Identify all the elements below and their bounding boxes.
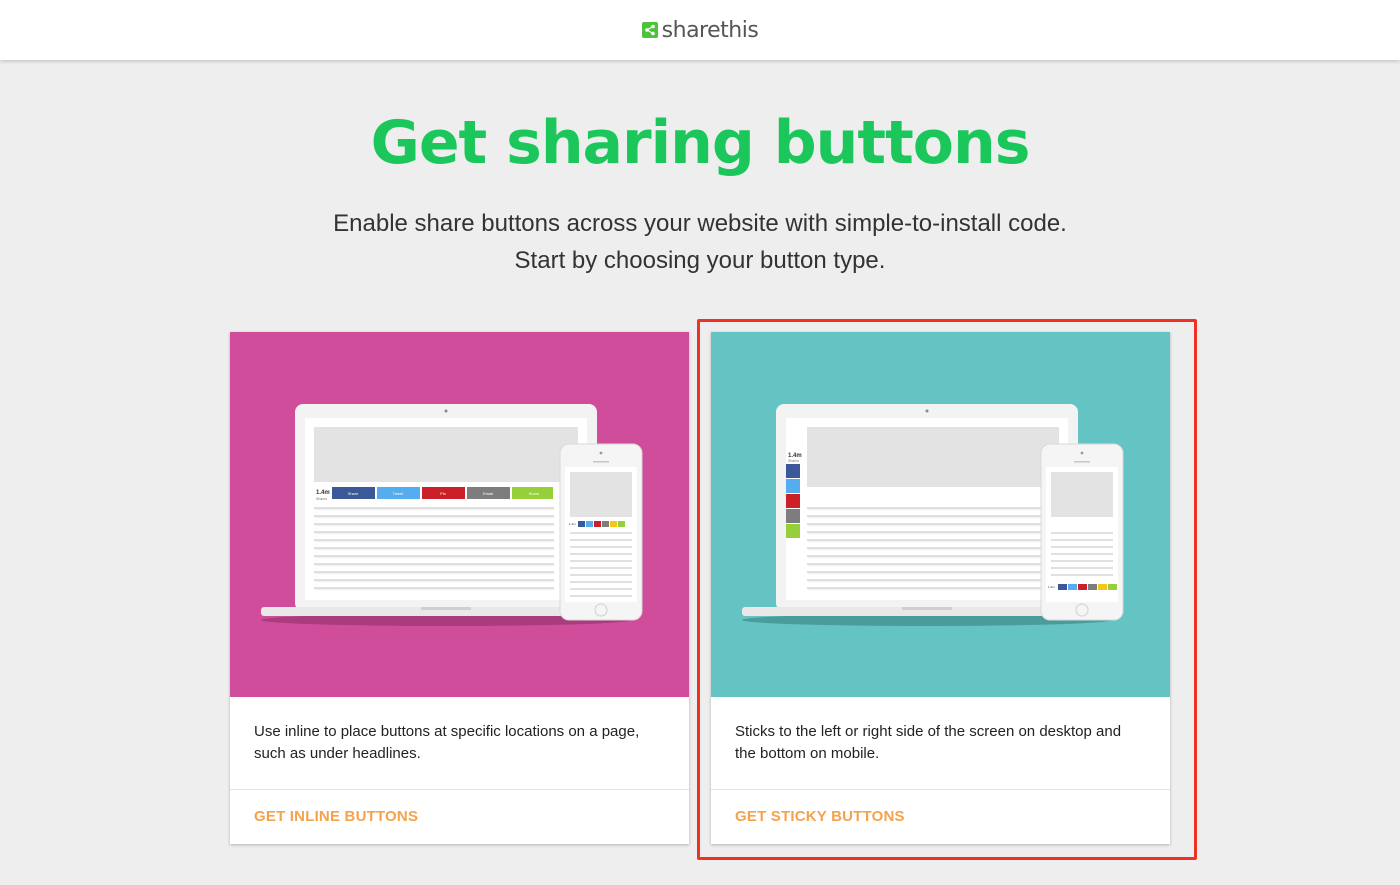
inline-buttons-card[interactable]: 1.4m Shares Share Tweet Pin Email Share bbox=[230, 332, 689, 844]
share-count: 1.4m bbox=[316, 490, 330, 496]
logo-text: sharethis bbox=[661, 17, 759, 43]
top-bar: sharethis bbox=[0, 0, 1400, 60]
share-count-label: Shares bbox=[316, 497, 327, 501]
pinterest-share-label: Pin bbox=[440, 491, 446, 496]
get-inline-buttons-link[interactable]: GET INLINE BUTTONS bbox=[254, 808, 418, 825]
twitter-share-label: Tweet bbox=[393, 491, 405, 496]
selection-highlight bbox=[697, 319, 1197, 860]
sharethis-share-label: Share bbox=[529, 491, 540, 496]
inline-buttons-description: Use inline to place buttons at specific … bbox=[254, 723, 640, 762]
sharethis-logo[interactable]: sharethis bbox=[641, 17, 759, 43]
facebook-share-label: Share bbox=[348, 491, 359, 496]
share-icon bbox=[641, 22, 658, 38]
card-divider bbox=[230, 789, 689, 790]
page-title: Get sharing buttons bbox=[370, 108, 1031, 178]
inline-buttons-illustration: 1.4m Shares Share Tweet Pin Email Share bbox=[230, 332, 689, 697]
page-subtitle-line-2: Start by choosing your button type. bbox=[514, 247, 886, 274]
page-subtitle-line-1: Enable share buttons across your website… bbox=[333, 210, 1067, 237]
svg-text:1.4m: 1.4m bbox=[569, 522, 576, 526]
email-share-label: Email bbox=[483, 491, 493, 496]
